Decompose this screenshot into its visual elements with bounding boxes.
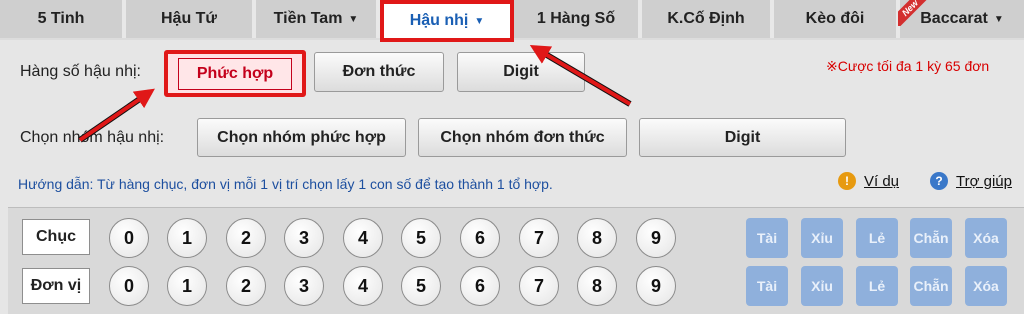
compound-option-button[interactable]: Phức hợp (164, 50, 306, 97)
units-even-button[interactable]: Chẵn (910, 266, 952, 306)
units-digit-0[interactable]: 0 (109, 266, 149, 306)
info-icon: ! (838, 172, 856, 190)
select-compound-group-label: Chọn nhóm phức hợp (217, 128, 386, 146)
tab-baccarat[interactable]: New Baccarat ▼ (898, 0, 1024, 38)
help-link-label: Trợ giúp (956, 172, 1012, 190)
lottery-bet-page: 5 Tinh Hậu Tứ Tiền Tam ▼ Hậu nhị ▼ 1 Hàn… (0, 0, 1024, 314)
tab-hau-tu[interactable]: Hậu Tứ (126, 0, 256, 38)
tab-label: Hậu Tứ (160, 10, 218, 27)
caret-down-icon: ▼ (474, 15, 485, 27)
tab-k-co-dinh[interactable]: K.Cố Định (642, 0, 774, 38)
game-type-tabs: 5 Tinh Hậu Tứ Tiền Tam ▼ Hậu nhị ▼ 1 Hàn… (0, 0, 1024, 42)
digit-option-button[interactable]: Digit (457, 52, 585, 92)
units-digit-8[interactable]: 8 (577, 266, 617, 306)
tab-label: Hậu nhị (409, 12, 469, 29)
select-single-group-button[interactable]: Chọn nhóm đơn thức (418, 118, 627, 157)
tab-hau-nhi[interactable]: Hậu nhị ▼ (380, 0, 514, 42)
units-digit-9[interactable]: 9 (636, 266, 676, 306)
position-type-label: Hàng số hậu nhị: (20, 63, 141, 80)
caret-down-icon: ▼ (348, 13, 359, 25)
digit-option-label: Digit (503, 63, 539, 80)
units-digit-3[interactable]: 3 (284, 266, 324, 306)
help-link[interactable]: ? Trợ giúp (930, 172, 1012, 190)
tab-1-hang-so[interactable]: 1 Hàng Số (514, 0, 642, 38)
tens-digit-5[interactable]: 5 (401, 218, 441, 258)
new-badge: New (898, 0, 928, 26)
tens-digit-9[interactable]: 9 (636, 218, 676, 258)
units-clear-button[interactable]: Xóa (965, 266, 1007, 306)
tab-tien-tam[interactable]: Tiền Tam ▼ (256, 0, 380, 38)
tens-digit-4[interactable]: 4 (343, 218, 383, 258)
units-digit-4[interactable]: 4 (343, 266, 383, 306)
tens-digit-7[interactable]: 7 (519, 218, 559, 258)
instructions-text: Hướng dẫn: Từ hàng chục, đơn vị mỗi 1 vị… (18, 176, 553, 192)
units-big-button[interactable]: Tài (746, 266, 788, 306)
example-link-label: Ví dụ (864, 172, 900, 190)
tab-label: Tiền Tam (273, 10, 343, 27)
digit-group-button[interactable]: Digit (639, 118, 846, 157)
tens-clear-button[interactable]: Xóa (965, 218, 1007, 258)
tens-digit-6[interactable]: 6 (460, 218, 500, 258)
tab-label: Kèo đôi (805, 10, 865, 27)
single-option-button[interactable]: Đơn thức (314, 52, 444, 92)
tens-digit-8[interactable]: 8 (577, 218, 617, 258)
example-link[interactable]: ! Ví dụ (838, 172, 899, 190)
units-row-label: Đơn vị (22, 268, 90, 304)
select-compound-group-button[interactable]: Chọn nhóm phức hợp (197, 118, 406, 157)
compound-option-label: Phức hợp (177, 57, 293, 90)
single-option-label: Đơn thức (342, 63, 416, 80)
tens-big-button[interactable]: Tài (746, 218, 788, 258)
units-digit-5[interactable]: 5 (401, 266, 441, 306)
tens-digit-3[interactable]: 3 (284, 218, 324, 258)
max-bet-notice: ※Cược tối đa 1 kỳ 65 đơn (826, 58, 990, 74)
question-icon: ? (930, 172, 948, 190)
tab-keo-doi[interactable]: Kèo đôi (774, 0, 900, 38)
digit-group-label: Digit (724, 128, 761, 146)
tens-digit-0[interactable]: 0 (109, 218, 149, 258)
tens-odd-button[interactable]: Lẻ (856, 218, 898, 258)
tab-label: 1 Hàng Số (536, 10, 616, 27)
tab-label: Baccarat (920, 10, 988, 27)
units-digit-6[interactable]: 6 (460, 266, 500, 306)
units-digit-2[interactable]: 2 (226, 266, 266, 306)
units-digit-1[interactable]: 1 (167, 266, 207, 306)
tens-row-label: Chục (22, 219, 90, 255)
tab-5-tinh[interactable]: 5 Tinh (0, 0, 126, 38)
units-digit-7[interactable]: 7 (519, 266, 559, 306)
caret-down-icon: ▼ (993, 13, 1004, 25)
select-single-group-label: Chọn nhóm đơn thức (440, 128, 605, 146)
tens-digit-2[interactable]: 2 (226, 218, 266, 258)
group-select-label: Chọn nhóm hậu nhị: (20, 129, 165, 146)
tab-label: 5 Tinh (37, 10, 85, 27)
tab-label: K.Cố Định (667, 10, 745, 27)
units-small-button[interactable]: Xỉu (801, 266, 843, 306)
tens-small-button[interactable]: Xỉu (801, 218, 843, 258)
tens-even-button[interactable]: Chẵn (910, 218, 952, 258)
tens-digit-1[interactable]: 1 (167, 218, 207, 258)
units-odd-button[interactable]: Lẻ (856, 266, 898, 306)
